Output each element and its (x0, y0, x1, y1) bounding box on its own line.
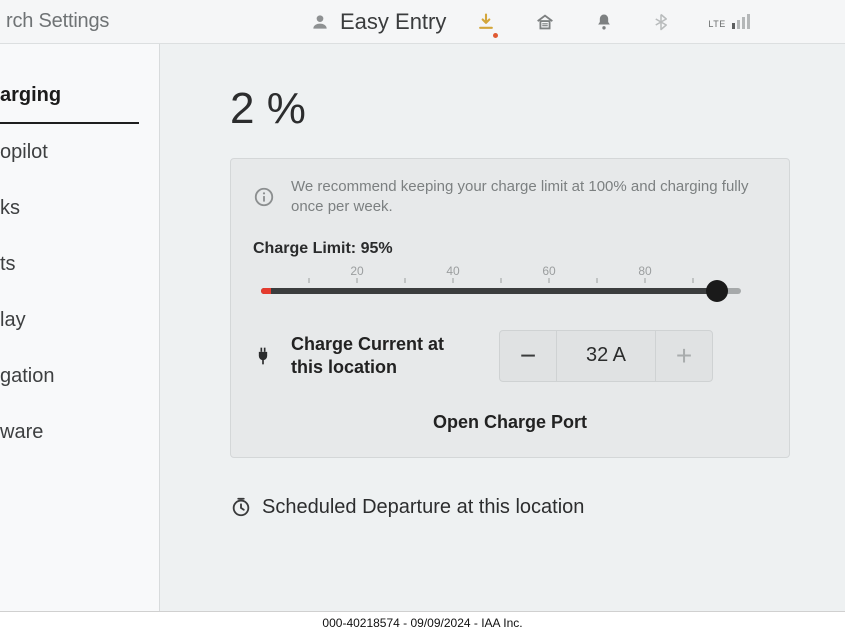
driver-profile-button[interactable]: Easy Entry (310, 9, 446, 35)
sidebar-item-locks[interactable]: ks (0, 180, 159, 236)
sidebar-item-lights[interactable]: ts (0, 236, 159, 292)
sidebar-item-software[interactable]: ware (0, 404, 159, 460)
info-message-text: We recommend keeping your charge limit a… (291, 177, 767, 218)
settings-sidebar: arging opilot ks ts lay gation ware (0, 44, 160, 611)
person-icon (310, 12, 330, 32)
bell-icon[interactable] (594, 12, 614, 32)
charging-card: We recommend keeping your charge limit a… (230, 158, 790, 458)
notification-dot-icon (493, 33, 498, 38)
scheduled-departure-row[interactable]: Scheduled Departure at this location (230, 496, 807, 519)
sidebar-item-display[interactable]: lay (0, 292, 159, 348)
top-bar: rch Settings Easy Entry LTE (0, 0, 845, 44)
battery-percent: 2 % (230, 84, 807, 134)
scheduled-departure-label: Scheduled Departure at this location (262, 496, 584, 519)
sidebar-item-navigation[interactable]: gation (0, 348, 159, 404)
charge-limit-info: We recommend keeping your charge limit a… (253, 177, 767, 218)
sidebar-item-autopilot[interactable]: opilot (0, 124, 159, 180)
slider-fill (261, 288, 717, 294)
increase-current-button[interactable]: + (656, 331, 712, 381)
image-caption: 000-40218574 - 09/09/2024 - IAA Inc. (0, 611, 845, 633)
download-icon[interactable] (476, 12, 496, 32)
slider-ticks: 20 40 60 80 (261, 264, 741, 280)
info-icon (253, 177, 275, 218)
clock-icon (230, 496, 252, 518)
search-settings-text[interactable]: rch Settings (0, 10, 210, 33)
bluetooth-icon[interactable] (652, 11, 670, 33)
decrease-current-button[interactable]: − (500, 331, 556, 381)
open-charge-port-button[interactable]: Open Charge Port (433, 412, 587, 432)
homelink-icon[interactable] (534, 11, 556, 33)
charging-panel: 2 % We recommend keeping your charge lim… (160, 44, 837, 611)
charge-current-stepper: − 32 A + (499, 330, 713, 382)
cellular-signal-icon: LTE (708, 14, 749, 29)
charge-limit-label: Charge Limit: 95% (253, 240, 767, 258)
charge-current-value: 32 A (556, 331, 656, 381)
plug-icon (253, 344, 273, 368)
slider-low-segment (261, 288, 271, 294)
sidebar-item-charging[interactable]: arging (0, 68, 139, 124)
charge-limit-slider[interactable] (261, 288, 741, 294)
slider-handle[interactable] (706, 280, 728, 302)
driver-profile-name: Easy Entry (340, 9, 446, 35)
charge-current-label: Charge Current at this location (291, 333, 481, 378)
